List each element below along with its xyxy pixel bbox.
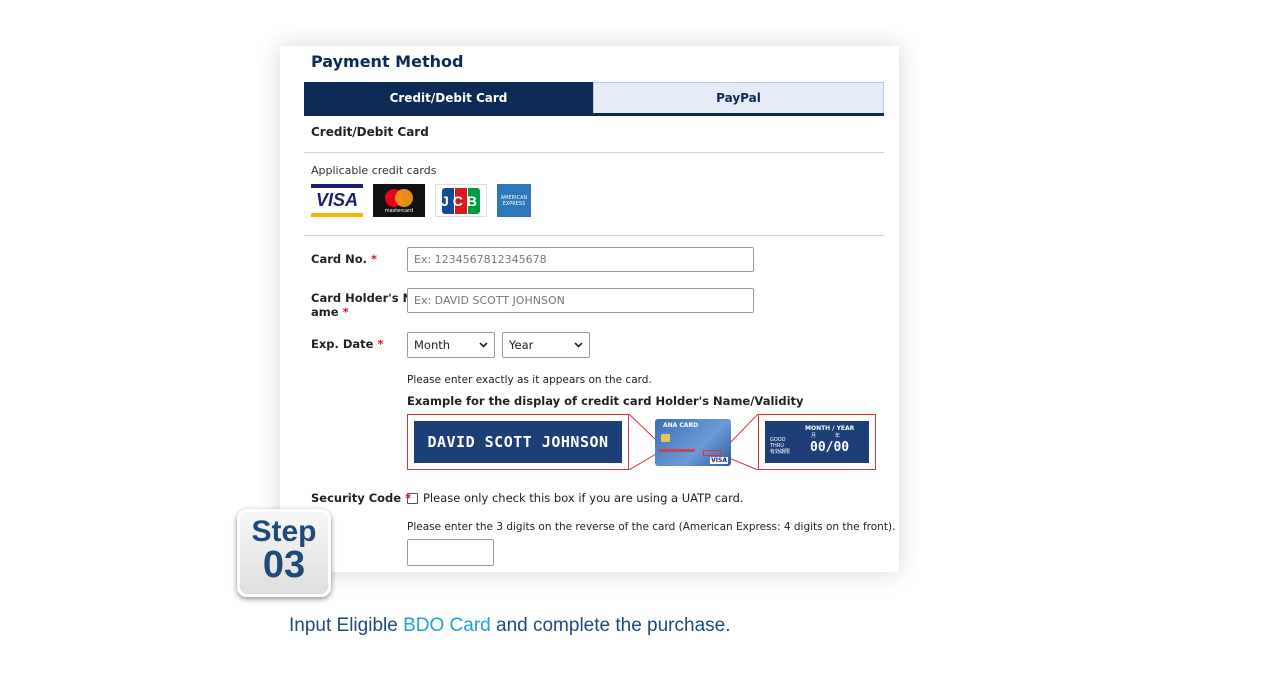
uatp-checkbox[interactable] bbox=[407, 492, 418, 504]
visa-logo-text: VISA bbox=[315, 190, 358, 210]
example-holder-name: DAVID SCOTT JOHNSON bbox=[427, 433, 609, 451]
page-title: Payment Method bbox=[311, 52, 464, 71]
enter-exactly-note: Please enter exactly as it appears on th… bbox=[407, 374, 652, 386]
card-logos: VISA mastercard JCB AMERICAN EXPRESS bbox=[311, 184, 531, 217]
visa-logo-icon: VISA bbox=[311, 184, 363, 217]
caption-text-after: and complete the purchase. bbox=[490, 615, 731, 636]
holder-name-label-line2: ame bbox=[311, 305, 339, 319]
chevron-down-icon bbox=[574, 342, 583, 348]
card-no-label: Card No. * bbox=[311, 252, 377, 266]
validity-value: 00/00 bbox=[810, 440, 850, 455]
required-mark: * bbox=[377, 337, 384, 351]
instruction-caption: Input Eligible BDO Card and complete the… bbox=[289, 615, 730, 637]
step-number: 03 bbox=[262, 544, 306, 586]
tab-paypal[interactable]: PayPal bbox=[593, 82, 884, 113]
security-code-label: Security Code * bbox=[311, 491, 411, 505]
jcb-logo-icon: JCB bbox=[435, 184, 487, 217]
payment-method-panel: Payment Method Credit/Debit Card PayPal … bbox=[280, 46, 899, 572]
example-card-brand: ANA CARD bbox=[663, 422, 699, 429]
chevron-down-icon bbox=[479, 342, 488, 348]
good-thru-jp: 有効期限 bbox=[770, 449, 791, 455]
exp-year-select[interactable]: Year bbox=[502, 332, 590, 358]
example-heading: Example for the display of credit card H… bbox=[407, 394, 804, 408]
good-thru-label: GOOD THRU 有効期限 bbox=[770, 437, 790, 455]
chip-icon bbox=[661, 434, 670, 442]
applicable-cards-label: Applicable credit cards bbox=[311, 164, 437, 177]
mastercard-logo-text: mastercard bbox=[384, 207, 414, 214]
jcb-logo-text: JCB bbox=[440, 192, 481, 209]
example-validity-box: MONTH / YEAR 月 年 GOOD THRU 有効期限 00/00 bbox=[758, 414, 876, 470]
amex-logo-icon: AMERICAN EXPRESS bbox=[497, 184, 531, 217]
step-badge: Step 03 bbox=[237, 509, 331, 597]
validity-header: MONTH / YEAR bbox=[805, 425, 855, 432]
card-number-input[interactable] bbox=[407, 247, 754, 272]
payment-tabs: Credit/Debit Card PayPal bbox=[304, 82, 884, 116]
uatp-checkbox-label: Please only check this box if you are us… bbox=[423, 491, 744, 505]
exp-date-label-text: Exp. Date bbox=[311, 337, 374, 351]
step-word: Step bbox=[251, 515, 317, 548]
mastercard-circles-icon bbox=[385, 188, 413, 207]
exp-month-select[interactable]: Month bbox=[407, 332, 495, 358]
caption-highlight: BDO Card bbox=[403, 615, 491, 636]
example-name-box: DAVID SCOTT JOHNSON bbox=[407, 414, 629, 470]
divider bbox=[304, 152, 884, 153]
uatp-checkbox-row: Please only check this box if you are us… bbox=[407, 491, 744, 505]
validity-month-jp: 月 bbox=[811, 433, 817, 439]
validity-year-jp: 年 bbox=[835, 433, 841, 439]
caption-text-before: Input Eligible bbox=[289, 615, 404, 636]
example-card-network: VISA bbox=[710, 457, 728, 464]
holder-name-label: Card Holder's N ame * bbox=[311, 291, 412, 319]
security-code-input[interactable] bbox=[407, 539, 494, 566]
exp-month-value: Month bbox=[414, 338, 451, 352]
tab-credit-debit-card[interactable]: Credit/Debit Card bbox=[304, 82, 593, 113]
amex-logo-text-2: EXPRESS bbox=[502, 200, 526, 207]
section-heading: Credit/Debit Card bbox=[311, 125, 429, 139]
example-card-image: ANA CARD VISA bbox=[655, 419, 731, 466]
required-mark: * bbox=[342, 305, 349, 319]
security-code-label-text: Security Code bbox=[311, 491, 402, 505]
card-no-label-text: Card No. bbox=[311, 252, 368, 266]
security-code-note: Please enter the 3 digits on the reverse… bbox=[407, 521, 896, 533]
required-mark: * bbox=[371, 252, 378, 266]
holder-name-label-line1: Card Holder's N bbox=[311, 291, 413, 305]
exp-year-value: Year bbox=[509, 338, 534, 352]
exp-date-label: Exp. Date * bbox=[311, 337, 384, 351]
mastercard-logo-icon: mastercard bbox=[373, 184, 425, 217]
divider bbox=[304, 235, 884, 236]
card-holder-name-input[interactable] bbox=[407, 288, 754, 313]
